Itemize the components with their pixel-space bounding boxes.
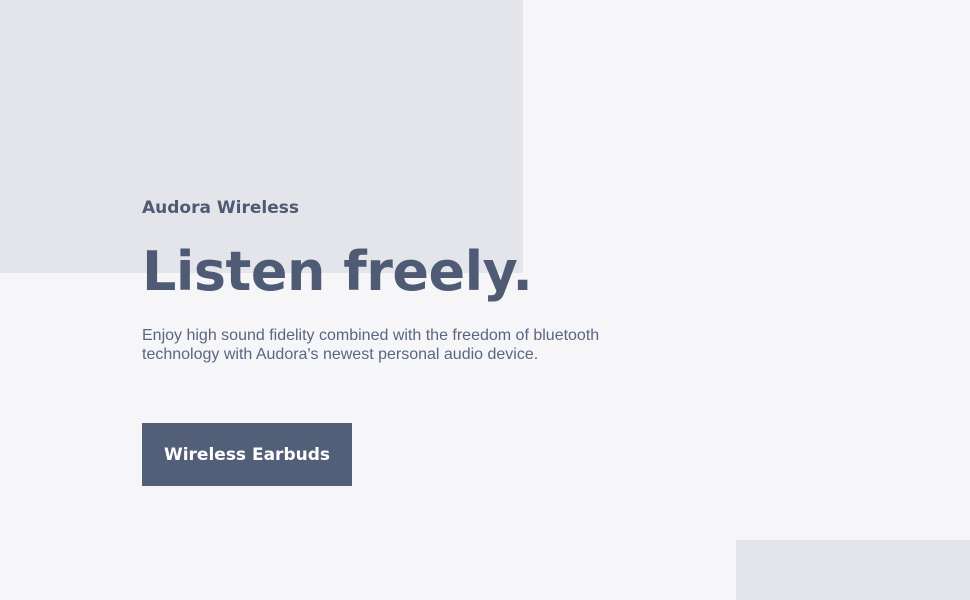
hero-section: Audora Wireless Listen freely. Enjoy hig… <box>142 196 702 364</box>
decorative-block-bottom <box>736 540 970 600</box>
brand-name: Audora Wireless <box>142 198 299 218</box>
hero-description: Enjoy high sound fidelity combined with … <box>142 327 600 363</box>
hero-headline: Listen freely. <box>142 240 533 303</box>
wireless-earbuds-button[interactable]: Wireless Earbuds <box>142 423 352 486</box>
